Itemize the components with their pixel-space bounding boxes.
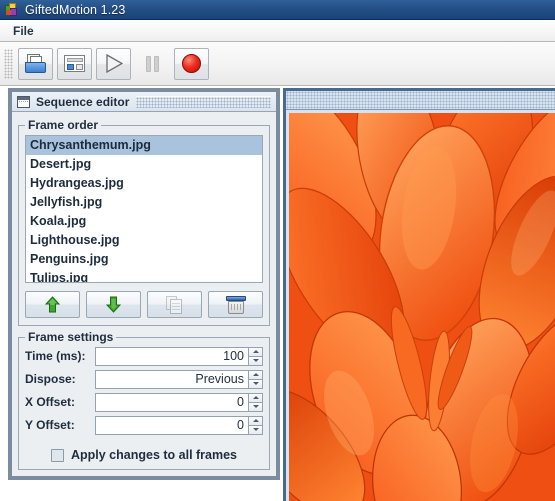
arrow-up-icon: [45, 296, 60, 313]
time-ms-row: Time (ms): 100: [25, 346, 263, 366]
sequence-editor-frame: Sequence editor Frame order Chrysanthemu…: [8, 88, 280, 480]
sequence-editor-titlebar[interactable]: Sequence editor: [12, 92, 276, 112]
frame-preview-image: [289, 113, 555, 501]
time-ms-input[interactable]: 100: [95, 346, 248, 366]
toolbar-drag-handle[interactable]: [4, 48, 13, 79]
list-item[interactable]: Hydrangeas.jpg: [26, 174, 262, 193]
y-offset-row: Y Offset: 0: [25, 415, 263, 435]
dispose-label: Dispose:: [25, 372, 76, 386]
preview-titlebar[interactable]: [286, 91, 555, 110]
move-frame-up-button[interactable]: [25, 291, 80, 318]
sequence-editor-body: Frame order Chrysanthemum.jpg Desert.jpg…: [12, 112, 276, 470]
x-offset-label: X Offset:: [25, 395, 76, 409]
frame-order-list[interactable]: Chrysanthemum.jpg Desert.jpg Hydrangeas.…: [25, 135, 263, 283]
list-item[interactable]: Penguins.jpg: [26, 250, 262, 269]
copy-icon: [166, 295, 183, 314]
record-button[interactable]: [174, 47, 209, 80]
app-icon: [4, 2, 19, 17]
time-ms-increment[interactable]: [248, 346, 263, 356]
menubar: File: [0, 21, 555, 42]
frame-order-legend: Frame order: [25, 118, 102, 132]
preview-frame: [283, 88, 555, 501]
record-icon: [182, 54, 201, 73]
dispose-decrement[interactable]: [248, 378, 263, 389]
pause-button: [135, 48, 170, 80]
list-item[interactable]: Desert.jpg: [26, 155, 262, 174]
list-item[interactable]: Koala.jpg: [26, 212, 262, 231]
dispose-input[interactable]: Previous: [95, 369, 248, 389]
apply-all-checkbox[interactable]: [50, 448, 64, 462]
export-image-icon: [64, 55, 85, 72]
y-offset-spinner[interactable]: 0: [95, 415, 263, 435]
x-offset-decrement[interactable]: [248, 401, 263, 412]
preview-canvas[interactable]: [289, 113, 555, 501]
frame-settings-group: Frame settings Time (ms): 100 Dispose: P…: [18, 330, 270, 470]
y-offset-label: Y Offset:: [25, 418, 75, 432]
window-background: [0, 480, 282, 501]
window-title: GiftedMotion 1.23: [25, 2, 126, 17]
y-offset-decrement[interactable]: [248, 424, 263, 435]
frame-order-group: Frame order Chrysanthemum.jpg Desert.jpg…: [18, 118, 270, 326]
menu-file[interactable]: File: [6, 22, 41, 40]
open-folder-icon: [24, 53, 48, 74]
y-offset-increment[interactable]: [248, 415, 263, 425]
sequence-editor-title: Sequence editor: [36, 94, 130, 109]
titlebar-texture: [136, 95, 271, 108]
dispose-row: Dispose: Previous: [25, 369, 263, 389]
delete-frame-button[interactable]: [208, 291, 263, 318]
list-item[interactable]: Lighthouse.jpg: [26, 231, 262, 250]
dispose-spinner[interactable]: Previous: [95, 369, 263, 389]
x-offset-input[interactable]: 0: [95, 392, 248, 412]
window-titlebar: GiftedMotion 1.23: [0, 0, 555, 20]
x-offset-increment[interactable]: [248, 392, 263, 402]
apply-all-row[interactable]: Apply changes to all frames: [25, 448, 263, 462]
frame-order-buttons: [25, 291, 263, 318]
x-offset-spinner[interactable]: 0: [95, 392, 263, 412]
x-offset-row: X Offset: 0: [25, 392, 263, 412]
move-frame-down-button[interactable]: [86, 291, 141, 318]
list-item[interactable]: Tulips.jpg: [26, 269, 262, 282]
time-ms-label: Time (ms):: [25, 349, 86, 363]
dispose-increment[interactable]: [248, 369, 263, 379]
export-gif-button[interactable]: [57, 47, 92, 80]
play-icon: [105, 54, 123, 73]
list-item[interactable]: Chrysanthemum.jpg: [26, 136, 262, 155]
time-ms-decrement[interactable]: [248, 355, 263, 366]
play-button[interactable]: [96, 47, 131, 80]
y-offset-input[interactable]: 0: [95, 415, 248, 435]
list-item[interactable]: Jellyfish.jpg: [26, 193, 262, 212]
pause-icon: [146, 55, 159, 72]
arrow-down-icon: [106, 296, 121, 313]
application-window: GiftedMotion 1.23 File Sequence editor F…: [0, 0, 555, 501]
trash-icon: [225, 295, 246, 314]
window-icon: [17, 95, 30, 108]
apply-all-label: Apply changes to all frames: [70, 448, 238, 462]
toolbar: [0, 42, 555, 86]
open-files-button[interactable]: [18, 47, 53, 80]
time-ms-spinner[interactable]: 100: [95, 346, 263, 366]
frame-settings-legend: Frame settings: [25, 330, 117, 344]
duplicate-frame-button: [147, 291, 202, 318]
